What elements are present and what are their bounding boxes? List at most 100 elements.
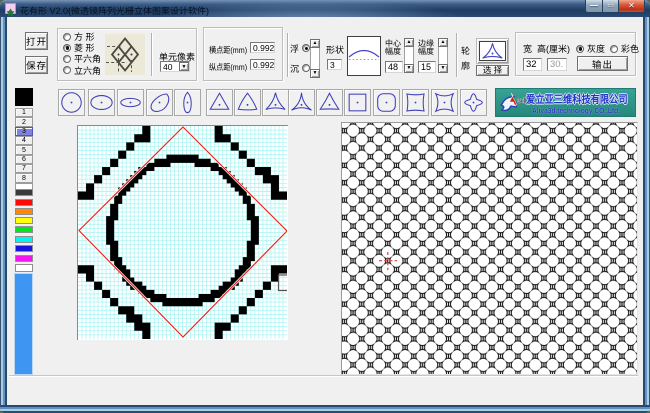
color-mode-option-0[interactable]: 灰度 <box>576 42 605 55</box>
svg-text:3d: 3d <box>517 98 525 105</box>
lattice-option-3[interactable]: 立六角 <box>63 65 101 76</box>
window-title: 花有形 V2.0(微透镜阵列光栅立体图案设计软件) <box>20 4 209 17</box>
contour-select-button[interactable]: 选 择 <box>476 65 509 76</box>
window-border-right <box>643 17 650 405</box>
combo-dropdown-icon[interactable]: ▼ <box>179 62 189 71</box>
color-swatch-orange[interactable] <box>15 208 33 215</box>
triangle-rounded-icon <box>235 90 260 115</box>
square-icon <box>345 90 370 115</box>
layer-cell-5[interactable]: 5 <box>15 145 33 154</box>
color-swatch-green[interactable] <box>15 226 33 233</box>
tiled-pattern-preview[interactable] <box>341 122 638 375</box>
color-mode-option-1[interactable]: 彩色 <box>610 42 639 55</box>
color-swatch-magenta[interactable] <box>15 255 33 262</box>
groupbox-separator <box>151 33 153 76</box>
float-sink-option-0[interactable]: 浮 <box>290 38 310 58</box>
unit-pixel-combobox[interactable]: 40 ▼ <box>160 61 190 72</box>
save-button[interactable]: 保存 <box>25 56 48 74</box>
output-width-field[interactable]: 32 <box>523 58 542 71</box>
title-bar[interactable]: 花有形 V2.0(微透镜阵列光栅立体图案设计软件) — ▭ ✕ <box>0 0 650 17</box>
float-sink-radio-group: 浮沉 <box>290 38 310 78</box>
output-height-field[interactable]: 30. <box>547 58 567 71</box>
shape-button-ellipse-wide[interactable] <box>88 89 115 116</box>
edge-amplitude-field[interactable]: 15 <box>418 61 436 73</box>
float-sink-option-1[interactable]: 沉 <box>290 58 310 78</box>
pillow-sharp-icon <box>432 90 457 115</box>
shape-button-ellipse-flat[interactable] <box>117 89 144 116</box>
arc-profile-icon <box>347 36 381 76</box>
shape-button-triangle[interactable] <box>206 89 233 116</box>
spin-down-icon[interactable]: ▼ <box>438 64 448 73</box>
close-button[interactable]: ✕ <box>618 0 645 13</box>
shape-button-circle[interactable] <box>58 89 85 116</box>
layer-cell-3[interactable]: 3 <box>15 127 33 136</box>
open-button[interactable]: 打开 <box>25 32 48 50</box>
shape-button-triangle-rounded[interactable] <box>234 89 261 116</box>
shape-count-field[interactable]: 3 <box>327 59 342 70</box>
diamond-lattice-icon <box>105 34 145 75</box>
unit-cell-pixel-editor[interactable] <box>77 125 288 340</box>
contour-label-char: 轮 <box>461 44 470 59</box>
layer-cell-1[interactable]: 1 <box>15 108 33 117</box>
color-swatch-red[interactable] <box>15 199 33 206</box>
center-amplitude-spinner[interactable]: ▲ ▼ <box>404 38 414 73</box>
layer-cell-8[interactable]: 8 <box>15 173 33 182</box>
layer-cell-7[interactable]: 7 <box>15 164 33 173</box>
edge-amplitude-value: 15 <box>421 62 431 72</box>
output-button[interactable]: 输出 <box>577 56 628 71</box>
edge-amplitude-spinner[interactable]: ▲ ▼ <box>438 38 448 73</box>
layer-cell-2[interactable]: 2 <box>15 117 33 126</box>
spin-up-icon[interactable]: ▲ <box>404 38 414 47</box>
scrollbar-track[interactable] <box>310 48 320 69</box>
h-pitch-field[interactable]: 0.992 <box>250 42 275 53</box>
color-swatch-yellow[interactable] <box>15 217 33 224</box>
color-swatch-cyan[interactable] <box>15 236 33 243</box>
float-sink-scrollbar[interactable]: ▲ ▼ <box>310 39 320 78</box>
layer-cell-4[interactable]: 4 <box>15 136 33 145</box>
radio-dot-icon <box>302 44 310 52</box>
shape-button-square[interactable] <box>344 89 371 116</box>
toolbar-separator-1 <box>287 33 289 77</box>
scroll-up-icon[interactable]: ▲ <box>310 39 320 48</box>
maximize-button[interactable]: ▭ <box>603 0 618 13</box>
color-mode-option-1-label: 彩色 <box>621 42 639 55</box>
width-label: 宽 <box>523 42 532 55</box>
layer-cell-6[interactable]: 6 <box>15 155 33 164</box>
radio-dot-icon <box>63 33 71 41</box>
center-amplitude-field[interactable]: 48 <box>385 61 403 73</box>
tri-star-sharp-icon <box>289 90 314 115</box>
shape-button-pillow-mild[interactable] <box>402 89 429 116</box>
color-swatch-white[interactable] <box>15 264 33 272</box>
shape-button-square-rounded[interactable] <box>373 89 400 116</box>
radio-dot-icon <box>63 44 71 52</box>
center-amplitude-label: 中心 幅度 <box>385 40 401 56</box>
shape-button-pillow-sharp[interactable] <box>431 89 458 116</box>
lattice-radio-group: 方 形菱 形平六角立六角 <box>63 31 101 76</box>
shape-count-label: 形状 <box>326 43 344 56</box>
output-height-value: 30. <box>550 59 563 70</box>
square-rounded-icon <box>374 90 399 115</box>
toolbar-separator-2 <box>456 33 458 77</box>
minimize-button[interactable]: — <box>585 0 603 13</box>
shape-button-egg-vertical[interactable] <box>174 89 201 116</box>
shape-button-tri-star-sharp[interactable] <box>288 89 315 116</box>
lattice-option-3-label: 立六角 <box>74 64 101 77</box>
v-pitch-label: 纵点距(mm) <box>209 61 247 73</box>
shape-button-egg-tilted[interactable] <box>146 89 173 116</box>
v-pitch-field[interactable]: 0.992 <box>250 59 275 70</box>
clover-icon <box>461 90 486 115</box>
unit-pixel-value: 40 <box>163 62 172 72</box>
shape-button-triangle-bell[interactable] <box>316 89 343 116</box>
shape-button-clover[interactable] <box>460 89 487 116</box>
ellipse-flat-icon <box>118 90 143 115</box>
spin-down-icon[interactable]: ▼ <box>404 64 414 73</box>
color-swatch-blue[interactable] <box>15 245 33 252</box>
scroll-down-icon[interactable]: ▼ <box>310 69 320 78</box>
current-color-swatch[interactable] <box>15 88 33 106</box>
editor-canvas-svg <box>78 126 287 339</box>
ellipse-wide-icon <box>89 90 114 115</box>
spin-up-icon[interactable]: ▲ <box>438 38 448 47</box>
app-window: 花有形 V2.0(微透镜阵列光栅立体图案设计软件) — ▭ ✕ 打开 保存 方 … <box>0 0 650 413</box>
shape-button-tri-star-mild[interactable] <box>262 89 289 116</box>
color-swatch-dark-gray[interactable] <box>15 189 33 196</box>
